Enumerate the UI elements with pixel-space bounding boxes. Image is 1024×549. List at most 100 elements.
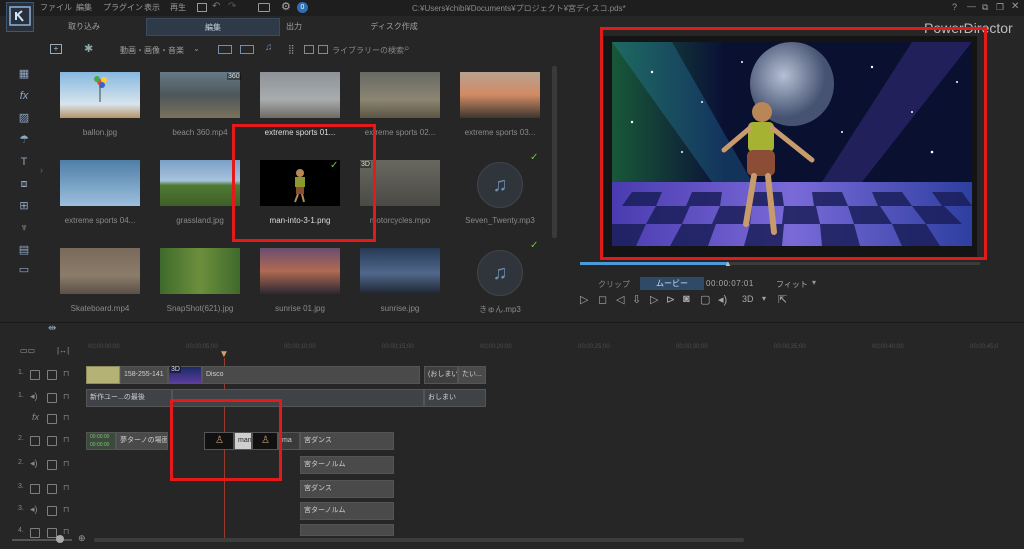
title-room-icon[interactable]: T bbox=[16, 154, 32, 170]
track-manager-icon[interactable]: ▭▭ bbox=[20, 346, 35, 355]
stop-icon[interactable]: ◻ bbox=[598, 293, 607, 306]
sort-icon[interactable] bbox=[318, 45, 328, 54]
lock-icon[interactable]: ⊓ bbox=[63, 527, 69, 536]
fit-dropdown[interactable]: フィット bbox=[776, 279, 808, 290]
zoom-handle[interactable] bbox=[56, 535, 64, 543]
audio-mix-room-icon[interactable]: ⊞ bbox=[16, 198, 32, 214]
notification-badge[interactable]: 0 bbox=[297, 2, 308, 13]
timeline-clip[interactable]: 宮ダンス bbox=[300, 480, 394, 498]
lock-icon[interactable]: ⊓ bbox=[63, 369, 69, 378]
menu-view[interactable]: 表示 bbox=[144, 2, 160, 13]
media-room-icon[interactable]: ▦ bbox=[16, 66, 32, 82]
mix-track-icon[interactable]: ⇹ bbox=[48, 323, 56, 334]
search-icon[interactable]: ⌕ bbox=[404, 43, 410, 54]
tab-produce[interactable]: 出力 bbox=[254, 18, 334, 36]
music-note-icon[interactable]: ♫ bbox=[477, 250, 523, 296]
media-filter-dropdown[interactable]: 動画・画像・音楽 bbox=[120, 45, 184, 56]
menu-playback[interactable]: 再生 bbox=[170, 2, 186, 13]
voiceover-room-icon[interactable]: ♆ bbox=[16, 220, 32, 236]
track-enable-checkbox[interactable] bbox=[47, 436, 57, 446]
fit-timeline-icon[interactable]: |↔| bbox=[57, 346, 69, 355]
timeline-clip[interactable]: たい... bbox=[458, 366, 486, 384]
import-media-icon[interactable]: + bbox=[50, 44, 62, 54]
track-enable-checkbox[interactable] bbox=[47, 370, 57, 380]
timeline-clip[interactable]: 158-255-141 bbox=[120, 366, 168, 384]
lock-icon[interactable]: ⊓ bbox=[63, 392, 69, 401]
help-icon[interactable]: ? bbox=[952, 2, 957, 12]
scrubber-handle[interactable]: ▲ bbox=[724, 259, 732, 268]
library-item[interactable] bbox=[60, 160, 140, 206]
playback-scrubber[interactable] bbox=[580, 262, 980, 265]
movie-mode-button[interactable]: ムービー bbox=[640, 277, 704, 290]
next-frame-icon[interactable]: ▷ bbox=[650, 293, 658, 306]
play-icon[interactable]: ▷ bbox=[580, 293, 588, 306]
collapse-panel-icon[interactable]: › bbox=[40, 165, 43, 175]
timeline-audio-clip[interactable]: 新作ユー...の最後 bbox=[86, 389, 172, 407]
chapter-room-icon[interactable]: ▤ bbox=[16, 242, 32, 258]
effects-room-icon[interactable]: fx bbox=[16, 88, 32, 104]
lock-icon[interactable]: ⊓ bbox=[63, 483, 69, 492]
tab-capture[interactable]: 取り込み bbox=[44, 18, 124, 36]
chevron-down-icon[interactable]: ▾ bbox=[812, 278, 816, 287]
timeline-clip[interactable]: 夢ターノの場面 bbox=[116, 432, 168, 450]
timeline-clip[interactable] bbox=[300, 524, 394, 536]
lock-icon[interactable]: ⊓ bbox=[63, 459, 69, 468]
undock-icon[interactable]: ⇱ bbox=[778, 293, 787, 306]
timeline-horizontal-scrollbar[interactable] bbox=[94, 538, 744, 542]
music-note-icon[interactable]: ♫ bbox=[477, 162, 523, 208]
fast-forward-icon[interactable]: ⊳ bbox=[666, 293, 675, 306]
chevron-down-icon[interactable]: ▾ bbox=[762, 294, 766, 303]
library-item[interactable] bbox=[60, 248, 140, 294]
snapshot-icon[interactable]: ⇩ bbox=[632, 293, 641, 306]
settings-icon[interactable]: ⚙ bbox=[281, 0, 291, 13]
library-item[interactable] bbox=[260, 72, 340, 118]
library-item[interactable] bbox=[360, 248, 440, 294]
zoom-in-icon[interactable]: ⊕ bbox=[78, 533, 86, 544]
library-item[interactable] bbox=[260, 248, 340, 294]
restore-icon[interactable]: ❐ bbox=[996, 2, 1004, 13]
track-enable-checkbox[interactable] bbox=[47, 414, 57, 424]
track-enable-checkbox[interactable] bbox=[47, 393, 57, 403]
library-item[interactable] bbox=[160, 160, 240, 206]
timeline-clip[interactable]: 宮ターノルム bbox=[300, 456, 394, 474]
library-search-input[interactable]: ライブラリーの検索 bbox=[332, 45, 404, 56]
audio-filter-icon[interactable]: ♫ bbox=[265, 42, 273, 53]
transition-room-icon[interactable]: ⧈ bbox=[16, 176, 32, 192]
save-icon[interactable] bbox=[197, 3, 207, 12]
timeline-clip[interactable] bbox=[86, 366, 120, 384]
library-scrollbar[interactable] bbox=[552, 66, 557, 238]
track-enable-checkbox[interactable] bbox=[47, 506, 57, 516]
track-enable-checkbox[interactable] bbox=[47, 460, 57, 470]
menu-edit[interactable]: 編集 bbox=[76, 2, 92, 13]
camera-icon[interactable]: ◙ bbox=[683, 293, 690, 305]
stereo-3d-toggle[interactable]: 3D bbox=[742, 294, 754, 304]
timeline-clip[interactable]: (おしまい) bbox=[424, 366, 458, 384]
lock-icon[interactable]: ⊓ bbox=[63, 413, 69, 422]
menu-plugins[interactable]: プラグイン bbox=[103, 2, 143, 13]
library-item[interactable] bbox=[460, 72, 540, 118]
library-item[interactable] bbox=[160, 248, 240, 294]
thumbnail-view-icon[interactable]: ⣿ bbox=[288, 44, 295, 55]
timeline-clip[interactable]: 宮ターノルム bbox=[300, 502, 394, 520]
pip-room-icon[interactable]: ▨ bbox=[16, 110, 32, 126]
lock-icon[interactable]: ⊓ bbox=[63, 435, 69, 444]
volume-icon[interactable]: ◂) bbox=[718, 293, 727, 306]
maximize-icon[interactable]: ⧉ bbox=[982, 2, 988, 13]
menu-file[interactable]: ファイル bbox=[40, 2, 72, 13]
subtitle-room-icon[interactable]: ▭ bbox=[16, 262, 32, 278]
close-icon[interactable]: ✕ bbox=[1011, 1, 1019, 12]
undo-icon[interactable]: ↶ bbox=[212, 1, 220, 12]
library-item[interactable] bbox=[60, 72, 140, 118]
tab-disc[interactable]: ディスク作成 bbox=[354, 18, 434, 36]
library-item[interactable] bbox=[360, 72, 440, 118]
minimize-icon[interactable]: — bbox=[967, 1, 976, 11]
details-view-icon[interactable] bbox=[304, 45, 314, 54]
plugin-icon[interactable]: ✱ bbox=[84, 42, 93, 55]
particle-room-icon[interactable]: ☂ bbox=[16, 132, 32, 148]
print-icon[interactable] bbox=[258, 3, 270, 12]
timeline-audio-clip[interactable]: おしまい bbox=[424, 389, 486, 407]
previous-frame-icon[interactable]: ◁ bbox=[616, 293, 624, 306]
clip-mode-button[interactable]: クリップ bbox=[592, 278, 636, 291]
track-enable-checkbox[interactable] bbox=[47, 484, 57, 494]
lock-icon[interactable]: ⊓ bbox=[63, 505, 69, 514]
